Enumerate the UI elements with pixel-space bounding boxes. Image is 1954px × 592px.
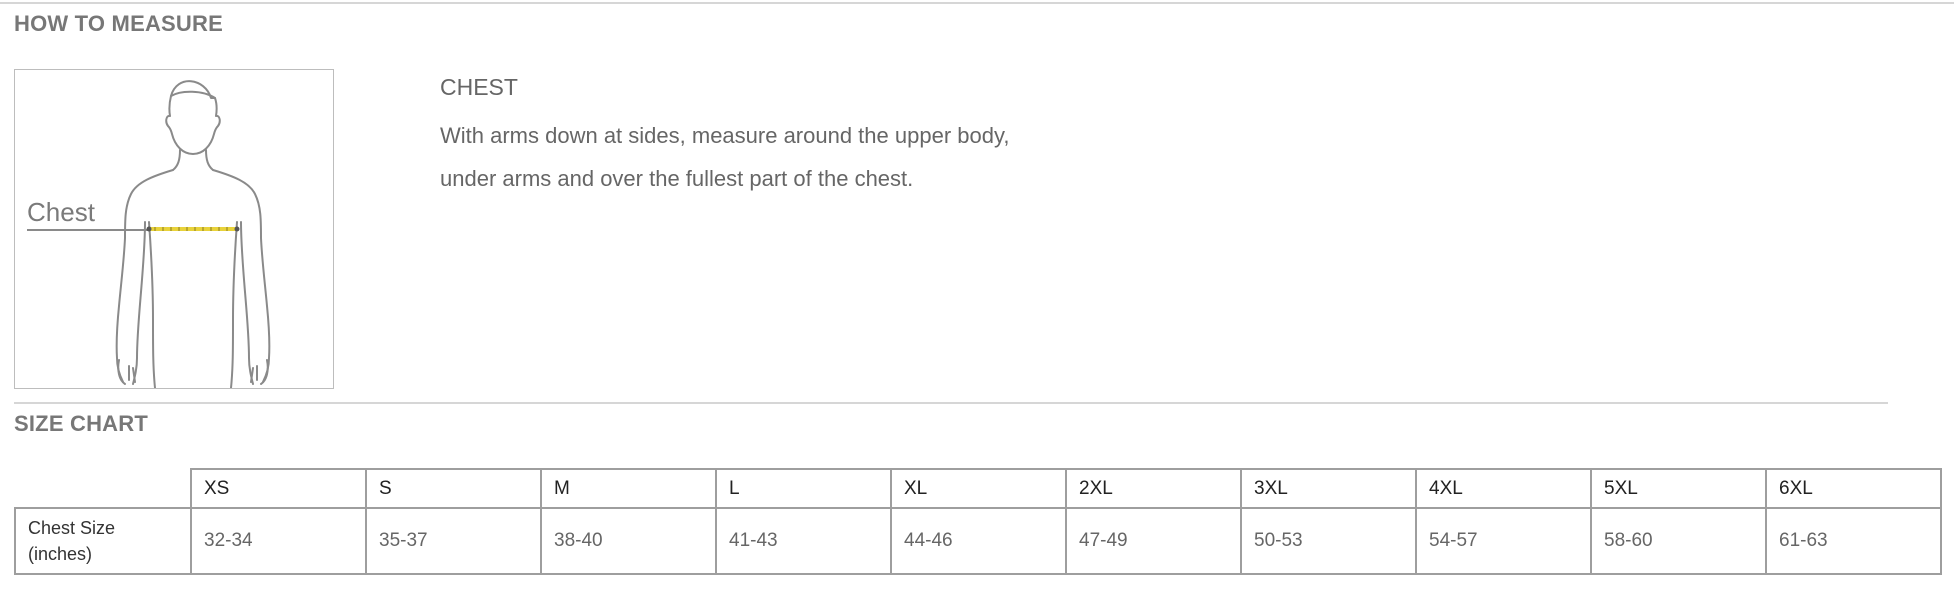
measure-instruction-line: With arms down at sides, measure around … [440,123,1010,148]
chest-value-cell: 50-53 [1240,507,1417,575]
chest-size-row-label: Chest Size (inches) [14,507,192,575]
size-header-cell: 2XL [1065,468,1242,509]
top-divider [0,2,1954,4]
chest-value-cell: 32-34 [190,507,367,575]
how-to-measure-heading: HOW TO MEASURE [14,11,223,36]
size-header-cell: L [715,468,892,509]
chest-measure-figure: Chest [14,69,334,389]
row-label-line: Chest Size [28,518,116,538]
size-header-row: XS S M L XL 2XL 3XL 4XL 5XL 6XL [15,468,1942,509]
size-header-cell: M [540,468,717,509]
size-header-cell: 4XL [1415,468,1592,509]
empty-corner-cell [15,469,192,509]
chest-value-cell: 54-57 [1415,507,1592,575]
size-header-cell: S [365,468,542,509]
size-header-cell: XL [890,468,1067,509]
body-outline-illustration: Chest [27,80,271,388]
size-header-cell: 3XL [1240,468,1417,509]
chest-measure-instructions: CHEST With arms down at sides, measure a… [440,72,1340,200]
size-chart-heading: SIZE CHART [14,411,148,436]
size-chart-table: XS S M L XL 2XL 3XL 4XL 5XL 6XL Chest Si… [14,468,1942,575]
measure-title: CHEST [440,74,518,100]
chest-size-row: Chest Size (inches) 32-34 35-37 38-40 41… [14,507,1942,575]
chest-value-cell: 47-49 [1065,507,1242,575]
row-label-line: (inches) [28,544,93,564]
size-header-cell: 5XL [1590,468,1767,509]
chest-value-cell: 58-60 [1590,507,1767,575]
measure-instruction-line: under arms and over the fullest part of … [440,166,914,191]
chest-value-cell: 44-46 [890,507,1067,575]
chest-value-cell: 35-37 [365,507,542,575]
chest-value-cell: 41-43 [715,507,892,575]
chest-value-cell: 38-40 [540,507,717,575]
chest-figure-label: Chest [27,197,96,227]
chest-value-cell: 61-63 [1765,507,1942,575]
section-divider [14,402,1888,404]
size-header-cell: XS [190,468,367,509]
size-header-cell: 6XL [1765,468,1942,509]
